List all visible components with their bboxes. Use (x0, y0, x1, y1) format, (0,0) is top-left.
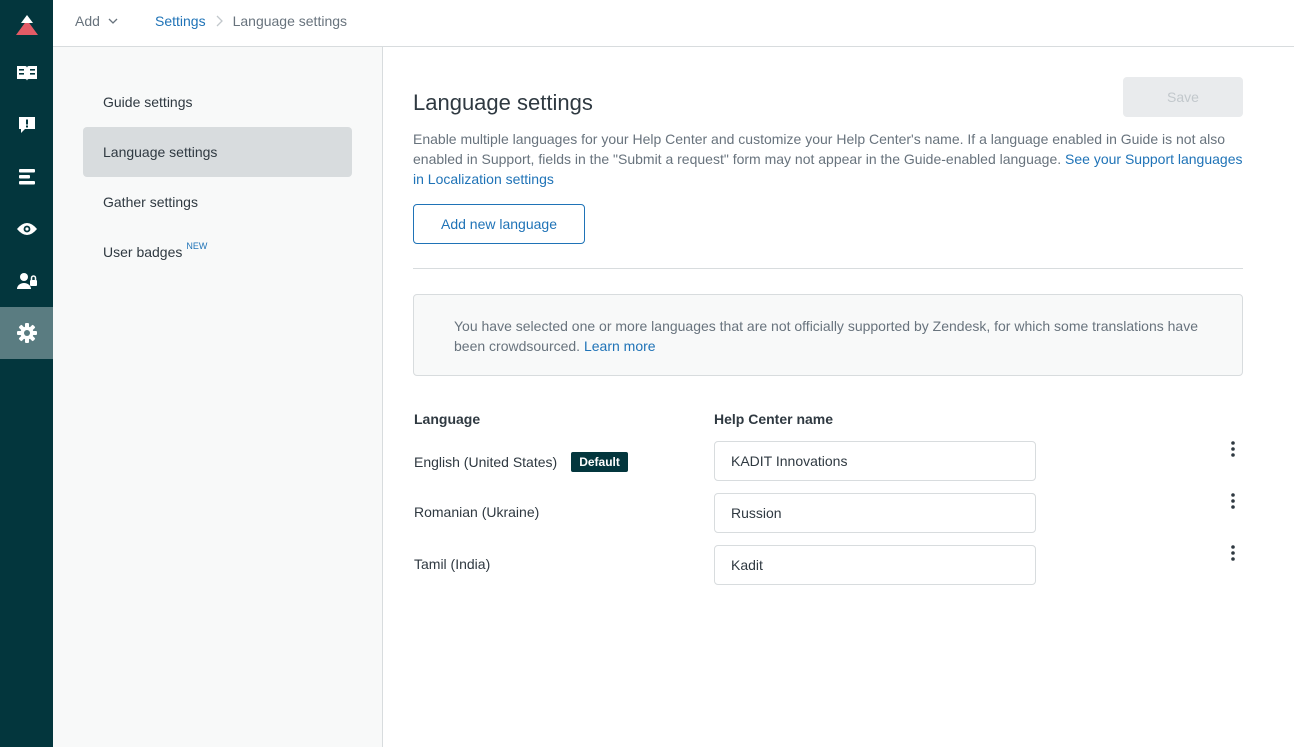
nav-item-language-settings[interactable]: Language settings (83, 127, 352, 177)
column-header-hc-name: Help Center name (714, 411, 834, 427)
column-header-language: Language (414, 411, 481, 427)
top-bar: Add Settings Language settings (53, 0, 1294, 47)
divider (413, 268, 1243, 269)
learn-more-link[interactable]: Learn more (584, 338, 656, 354)
page-description: Enable multiple languages for your Help … (413, 129, 1243, 189)
language-name-text: English (United States) (414, 454, 558, 470)
save-button[interactable]: Save (1123, 77, 1243, 117)
language-name-text: Tamil (India) (414, 556, 491, 572)
nav-item-guide-settings[interactable]: Guide settings (83, 77, 352, 127)
chevron-down-icon (108, 18, 118, 24)
more-options-icon[interactable] (1223, 543, 1243, 563)
default-badge: Default (571, 452, 628, 472)
add-menu-label: Add (75, 13, 100, 29)
help-center-name-input[interactable] (714, 493, 1036, 533)
settings-nav: Guide settings Language settings Gather … (53, 47, 383, 747)
language-row: Romanian (Ukraine) (413, 493, 1243, 533)
nav-item-gather-settings[interactable]: Gather settings (83, 177, 352, 227)
language-name-text: Romanian (Ukraine) (414, 504, 540, 520)
language-name: Romanian (Ukraine) (414, 504, 539, 520)
user-permissions-icon[interactable] (0, 255, 53, 307)
nav-item-label: Guide settings (103, 94, 193, 110)
arrange-content-icon[interactable] (0, 151, 53, 203)
settings-gear-icon[interactable] (0, 307, 53, 359)
more-options-icon[interactable] (1223, 439, 1243, 459)
nav-item-label: Gather settings (103, 194, 198, 210)
crowdsourced-notice: You have selected one or more languages … (413, 294, 1243, 376)
page-title: Language settings (413, 90, 593, 115)
add-menu-button[interactable]: Add (75, 13, 118, 29)
community-moderation-icon[interactable] (0, 99, 53, 151)
breadcrumb-current: Language settings (232, 13, 348, 29)
help-center-name-input[interactable] (714, 441, 1036, 481)
nav-item-label: Language settings (103, 144, 218, 160)
help-center-name-input[interactable] (714, 545, 1036, 585)
language-name: Tamil (India) (414, 556, 490, 572)
language-row: Tamil (India) (413, 545, 1243, 585)
breadcrumb: Settings Language settings (155, 13, 347, 29)
knowledge-base-icon[interactable] (0, 47, 53, 99)
notice-text: You have selected one or more languages … (454, 318, 1199, 354)
new-badge: NEW (186, 241, 208, 251)
zendesk-guide-logo-icon[interactable] (0, 0, 53, 52)
more-options-icon[interactable] (1223, 491, 1243, 511)
language-row: English (United States) Default (413, 441, 1243, 481)
chevron-right-icon (216, 15, 223, 27)
nav-item-user-badges[interactable]: User badges NEW (83, 227, 352, 277)
language-name: English (United States) Default (414, 452, 628, 472)
product-rail (0, 0, 53, 747)
guide-preview-icon[interactable] (0, 203, 53, 255)
add-new-language-button[interactable]: Add new language (413, 204, 585, 244)
nav-item-label: User badges (103, 244, 183, 260)
breadcrumb-settings-link[interactable]: Settings (155, 13, 206, 29)
